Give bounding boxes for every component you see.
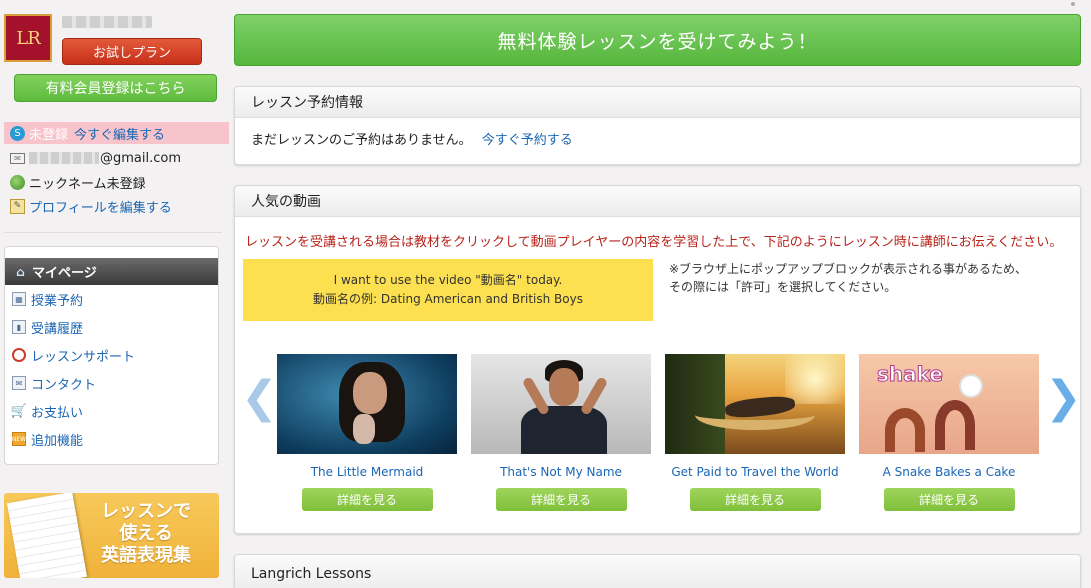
menu-item-label: お支払い (31, 405, 84, 421)
carousel-prev-arrow[interactable]: ❮ (241, 376, 278, 420)
videos-title: 人気の動画 (235, 186, 1080, 217)
menu-item-label: 受講履歴 (31, 321, 84, 337)
example-line: 動画名の例: Dating American and British Boys (313, 292, 583, 306)
status-label: 未登録 (29, 127, 69, 143)
sidebar: LR お試しプラン 有料会員登録はこちら S 未登録 今すぐ編集する ✉ @gm… (0, 0, 229, 588)
video-details-button[interactable]: 詳細を見る (689, 488, 821, 511)
nickname-row: ニックネーム未登録 (4, 170, 229, 194)
registration-status: S 未登録 今すぐ編集する (4, 122, 229, 144)
popup-note: ※ブラウザ上にポップアップブロックが表示される事があるため、 その際には「許可」… (669, 260, 1027, 296)
menu-item-support[interactable]: レッスンサポート (5, 341, 218, 369)
video-thumbnail[interactable]: shake (859, 354, 1039, 454)
edit-profile-row[interactable]: ✎ プロフィールを編集する (4, 194, 229, 218)
example-phrase-box: I want to use the video "動画名" today. 動画名… (243, 259, 653, 321)
thumb-shape (935, 400, 975, 450)
reservation-title: レッスン予約情報 (235, 87, 1080, 118)
video-notice: レッスンを受講される場合は教材をクリックして動画プレイヤーの内容を学習した上で、… (245, 235, 1063, 250)
user-info: S 未登録 今すぐ編集する ✉ @gmail.com ニックネーム未登録 ✎ プ… (4, 122, 229, 218)
menu-item-extra-features[interactable]: NEW 追加機能 (5, 425, 218, 453)
chart-icon: ▮ (12, 320, 26, 334)
reservation-body: まだレッスンのご予約はありません。 今すぐ予約する (235, 118, 1080, 148)
site-logo[interactable]: LR (4, 14, 52, 62)
nickname-text: ニックネーム未登録 (29, 176, 146, 192)
video-card: That's Not My Name 詳細を見る (471, 354, 651, 511)
menu-item-contact[interactable]: ✉ コンタクト (5, 369, 218, 397)
expressions-banner[interactable]: レッスンで 使える 英語表現集 (4, 493, 219, 578)
thumb-shape (885, 408, 925, 452)
edit-profile-link[interactable]: プロフィールを編集する (29, 197, 172, 216)
menu-item-lesson-booking[interactable]: ▦ 授業予約 (5, 285, 218, 313)
skype-icon: S (10, 125, 25, 141)
lifebuoy-icon (12, 348, 26, 362)
thumb-caption: shake (877, 362, 944, 387)
video-details-button[interactable]: 詳細を見る (495, 488, 627, 511)
popular-videos-panel: 人気の動画 レッスンを受講される場合は教材をクリックして動画プレイヤーの内容を学… (234, 185, 1081, 534)
menu-item-label: 授業予約 (31, 293, 84, 309)
trial-plan-button[interactable]: お試しプラン (62, 38, 202, 65)
thumb-shape (353, 414, 375, 444)
langrich-title: Langrich Lessons (235, 555, 1080, 588)
example-line: I want to use the video "動画名" today. (333, 273, 563, 287)
thumb-shape (961, 376, 981, 396)
email-row: ✉ @gmail.com (4, 146, 229, 170)
thumb-shape (353, 372, 387, 414)
carousel-next-arrow[interactable]: ❯ (1045, 376, 1080, 420)
video-title[interactable]: A Snake Bakes a Cake (859, 465, 1039, 479)
mail-icon: ✉ (12, 376, 26, 390)
email-suffix: @gmail.com (100, 150, 182, 166)
banner-line: レッスンで (101, 501, 191, 522)
thumb-shape (521, 406, 607, 454)
free-trial-cta-button[interactable]: 無料体験レッスンを受けてみよう！ (234, 14, 1081, 66)
edit-icon: ✎ (10, 198, 25, 214)
mail-icon: ✉ (10, 152, 25, 164)
popup-note-line: その際には「許可」を選択してください。 (669, 280, 897, 294)
menu-item-label: 追加機能 (31, 433, 84, 449)
no-reservation-message: まだレッスンのご予約はありません。 (251, 133, 472, 148)
video-card: The Little Mermaid 詳細を見る (277, 354, 457, 511)
username-masked (62, 16, 152, 28)
edit-now-link[interactable]: 今すぐ編集する (74, 124, 165, 143)
calendar-icon: ▦ (12, 292, 26, 306)
paid-member-register-button[interactable]: 有料会員登録はこちら (14, 74, 217, 102)
video-details-button[interactable]: 詳細を見る (301, 488, 433, 511)
video-thumbnail[interactable] (471, 354, 651, 454)
reservation-panel: レッスン予約情報 まだレッスンのご予約はありません。 今すぐ予約する (234, 86, 1081, 165)
menu-item-label: コンタクト (31, 377, 97, 393)
logo-text: LR (16, 27, 40, 49)
menu-item-payment[interactable]: 🛒 お支払い (5, 397, 218, 425)
mypage-title: マイページ (32, 266, 97, 281)
video-card: shake A Snake Bakes a Cake 詳細を見る (859, 354, 1039, 511)
video-title[interactable]: Get Paid to Travel the World (665, 465, 845, 479)
new-icon: NEW (12, 432, 26, 446)
email-masked (29, 152, 99, 164)
video-thumbnail[interactable] (665, 354, 845, 454)
home-icon: ⌂ (16, 264, 25, 279)
menu-item-label: レッスンサポート (31, 349, 136, 365)
langrich-lessons-panel: Langrich Lessons (234, 554, 1081, 588)
thumb-shape (549, 368, 579, 406)
video-title[interactable]: The Little Mermaid (277, 465, 457, 479)
mypage-menu: ⌂ マイページ ▦ 授業予約 ▮ 受講履歴 レッスンサポート ✉ コンタクト 🛒… (4, 246, 219, 465)
book-now-link[interactable]: 今すぐ予約する (482, 133, 573, 148)
banner-line: 使える (119, 523, 173, 544)
mypage-header: ⌂ マイページ (5, 258, 218, 285)
cart-icon: 🛒 (10, 403, 28, 419)
video-thumbnail[interactable] (277, 354, 457, 454)
banner-line: 英語表現集 (101, 545, 191, 566)
popup-note-line: ※ブラウザ上にポップアップブロックが表示される事があるため、 (669, 262, 1028, 276)
video-details-button[interactable]: 詳細を見る (883, 488, 1015, 511)
banner-text: レッスンで 使える 英語表現集 (91, 501, 201, 567)
divider (4, 232, 222, 233)
corner-dot (1071, 2, 1075, 6)
video-title[interactable]: That's Not My Name (471, 465, 651, 479)
video-card: Get Paid to Travel the World 詳細を見る (665, 354, 845, 511)
document-illustration (7, 493, 87, 578)
thumb-shape (785, 354, 845, 404)
globe-icon (10, 174, 25, 190)
menu-item-history[interactable]: ▮ 受講履歴 (5, 313, 218, 341)
